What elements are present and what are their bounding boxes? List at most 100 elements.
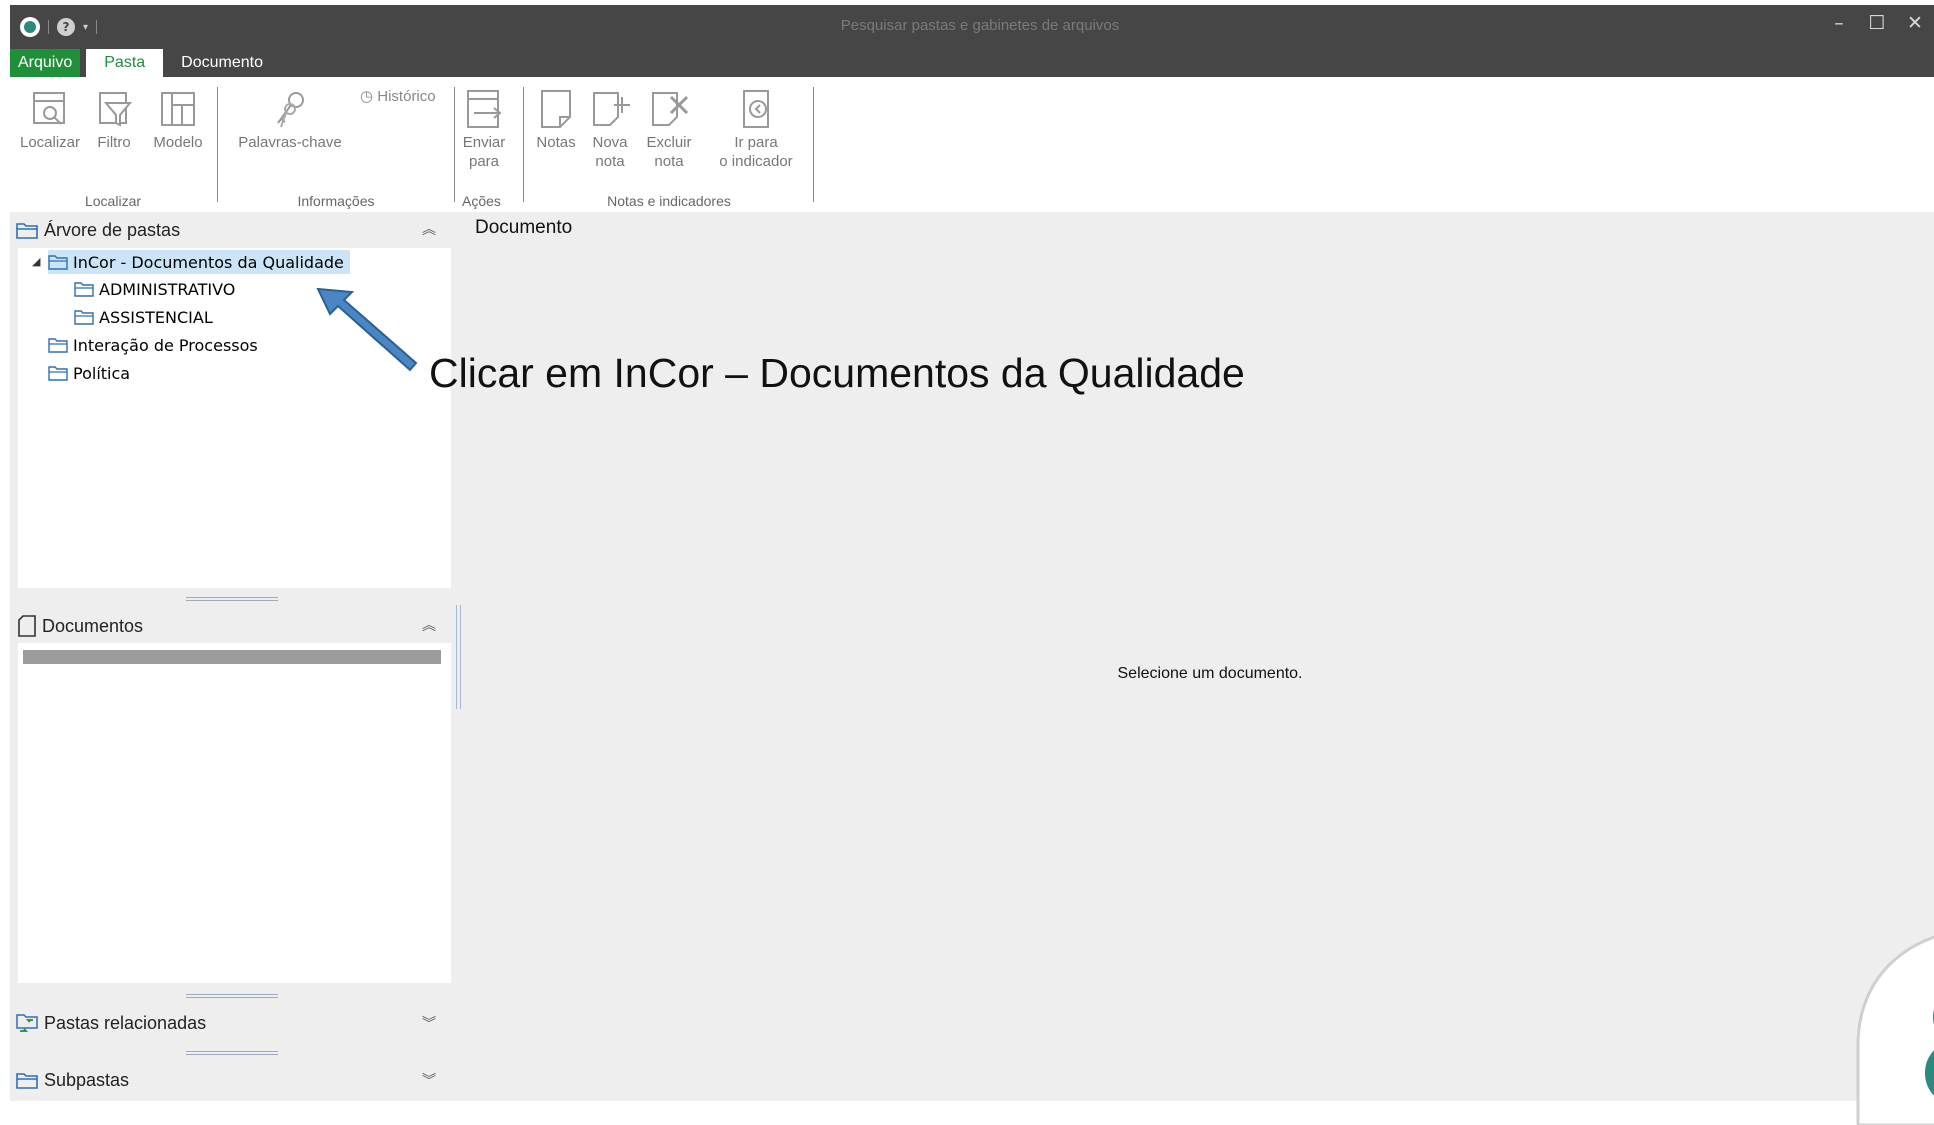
splitter-grip[interactable] (186, 597, 278, 601)
palavras-chave-label: Palavras-chave (238, 134, 342, 151)
customize-toolbar-icon[interactable]: ▾ (83, 22, 88, 33)
folder-icon (48, 255, 68, 270)
localizar-label: Localizar (19, 134, 81, 151)
document-icon (18, 615, 36, 637)
group-notas: Notas Nova nota Excluir nota Ir para o i… (526, 87, 812, 209)
toolbar-separator (48, 20, 49, 34)
modelo-button[interactable]: Modelo (148, 87, 208, 152)
filter-icon (99, 92, 133, 127)
collapse-documents-button[interactable]: ︽ (422, 615, 436, 635)
group-separator (813, 87, 814, 202)
enviar-para-button[interactable]: Enviar para (462, 87, 506, 171)
collapse-folder-tree-button[interactable]: ︽ (422, 219, 436, 239)
folder-tree-title: Árvore de pastas (44, 219, 181, 240)
splitter-grip[interactable] (186, 1051, 278, 1055)
goto-bookmark-icon (743, 90, 769, 128)
empty-document-message: Selecione um documento. (1117, 665, 1303, 682)
folder-icon (48, 366, 68, 381)
keys-icon (277, 92, 304, 128)
documents-column-bar[interactable] (23, 650, 441, 664)
modelo-label: Modelo (153, 134, 203, 151)
enviar-label-2: para (468, 153, 500, 170)
folder-icon (16, 223, 38, 239)
subfolders-title: Subpastas (44, 1069, 130, 1090)
nova-nota-button[interactable]: Nova nota (586, 87, 634, 171)
tree-node-interacao-processos[interactable]: Interação de Processos (48, 333, 258, 357)
related-folders-header[interactable]: Pastas relacionadas (16, 1008, 206, 1038)
close-button[interactable]: ✕ (1896, 9, 1934, 37)
palavras-chave-button[interactable]: Palavras-chave (236, 87, 344, 152)
group-localizar: Localizar Filtro Modelo Localizar (10, 87, 216, 209)
excluir-label-2: nota (654, 153, 684, 170)
excluir-label-1: Excluir (646, 134, 692, 151)
historico-button[interactable]: ◷ Histórico (360, 87, 436, 105)
tab-pasta[interactable]: Pasta (86, 49, 164, 77)
template-icon (161, 92, 195, 126)
tree-node-label: ASSISTENCIAL (99, 307, 213, 327)
expand-arrow-icon[interactable]: ◢ (32, 255, 40, 268)
related-folders-title: Pastas relacionadas (44, 1012, 207, 1033)
ir-label-1: Ir para (734, 134, 778, 151)
tree-node-assistencial[interactable]: ASSISTENCIAL (74, 305, 213, 329)
nova-label-1: Nova (592, 134, 628, 151)
tree-node-incor-documentos[interactable]: InCor - Documentos da Qualidade (48, 250, 350, 274)
tree-node-politica[interactable]: Política (48, 361, 130, 385)
group-separator (454, 87, 455, 202)
send-to-icon (467, 90, 502, 128)
enviar-label-1: Enviar (462, 134, 506, 151)
minimize-button[interactable]: – (1820, 9, 1858, 37)
documents-title: Documentos (42, 615, 144, 636)
app-window: ? ▾ Pesquisar pastas e gabinetes de arqu… (10, 5, 1934, 1101)
corner-badge-logo (1856, 935, 1934, 1125)
search-document-icon (33, 92, 65, 125)
annotation-arrow-icon (316, 287, 418, 372)
tree-node-administrativo[interactable]: ADMINISTRATIVO (74, 277, 235, 301)
folder-icon (74, 310, 94, 325)
tree-node-label: Interação de Processos (73, 335, 258, 355)
expand-related-folders-button[interactable]: ︾ (422, 1013, 436, 1033)
group-acoes: Enviar para Ações (456, 87, 522, 209)
note-icon (541, 90, 571, 128)
window-controls: – ☐ ✕ (1820, 9, 1934, 37)
expand-subfolders-button[interactable]: ︾ (422, 1070, 436, 1090)
group-informacoes: Palavras-chave ◷ Histórico Informações (220, 87, 452, 209)
quick-access-toolbar: ? ▾ (20, 15, 98, 39)
toolbar-separator (96, 20, 98, 34)
group-separator (523, 87, 524, 202)
subfolders-header[interactable]: Subpastas (16, 1065, 129, 1095)
documents-header: Documentos (18, 611, 143, 641)
nova-label-2: nota (595, 153, 625, 170)
folder-tree-header: Árvore de pastas (16, 215, 180, 245)
group-label-informacoes: Informações (297, 193, 375, 209)
title-bar: ? ▾ Pesquisar pastas e gabinetes de arqu… (10, 5, 1934, 77)
ir-label-2: o indicador (719, 153, 793, 170)
filtro-label: Filtro (97, 134, 131, 151)
maximize-button[interactable]: ☐ (1858, 9, 1896, 37)
annotation-text: Clicar em InCor – Documentos da Qualidad… (429, 350, 1245, 396)
notas-label: Notas (536, 134, 576, 151)
historico-label: Histórico (377, 88, 436, 105)
group-label-acoes: Ações (462, 193, 501, 209)
ribbon-tabs: Arquivo Pasta Documento (10, 49, 281, 77)
excluir-nota-button[interactable]: Excluir nota (642, 87, 696, 171)
notas-button[interactable]: Notas (534, 87, 578, 152)
group-separator (217, 87, 218, 202)
group-label-localizar: Localizar (84, 193, 142, 209)
vertical-splitter[interactable] (456, 605, 461, 709)
app-logo-icon[interactable] (20, 17, 40, 37)
documents-pane (18, 643, 451, 983)
tree-node-label: Política (73, 363, 131, 383)
ribbon: Localizar Filtro Modelo Localizar Palavr… (10, 77, 1934, 212)
filtro-button[interactable]: Filtro (90, 87, 138, 152)
folder-icon (48, 338, 68, 353)
tab-documento[interactable]: Documento (163, 49, 281, 77)
localizar-button[interactable]: Localizar (18, 87, 82, 152)
delete-note-icon (652, 92, 689, 126)
tab-arquivo[interactable]: Arquivo (10, 49, 81, 77)
ir-para-indicador-button[interactable]: Ir para o indicador (708, 87, 804, 171)
tree-node-label: InCor - Documentos da Qualidade (73, 252, 344, 272)
clock-icon: ◷ (360, 88, 378, 105)
help-icon[interactable]: ? (57, 18, 75, 36)
search-box[interactable]: Pesquisar pastas e gabinetes de arquivos (780, 15, 1180, 37)
splitter-grip[interactable] (186, 994, 278, 998)
